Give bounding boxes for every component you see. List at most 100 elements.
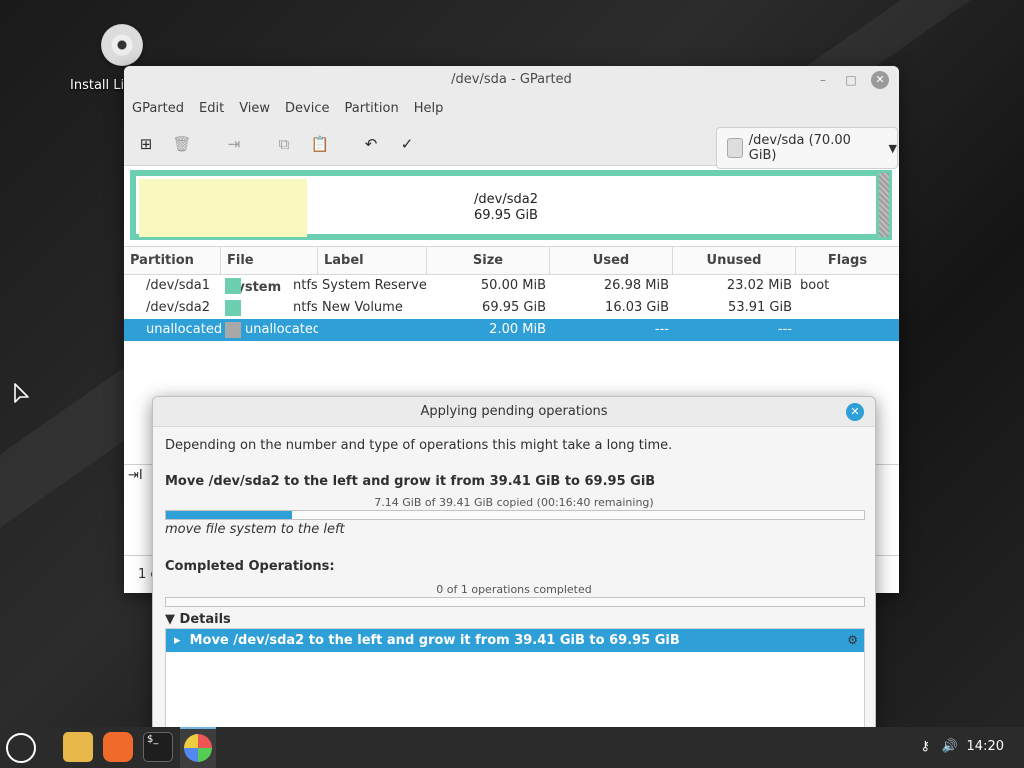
- window-titlebar[interactable]: /dev/sda - GParted – □ ✕: [124, 66, 899, 94]
- cell-flags: [796, 319, 899, 341]
- details-expander[interactable]: ▼ Details: [165, 612, 231, 627]
- menu-partition[interactable]: Partition: [345, 101, 399, 116]
- details-label: Details: [179, 612, 231, 627]
- cell-partition: unallocated: [146, 322, 221, 337]
- cell-partition: /dev/sda2: [146, 300, 210, 315]
- apply-icon[interactable]: ✓: [397, 134, 417, 154]
- window-title: /dev/sda - GParted: [451, 72, 572, 87]
- new-partition-icon[interactable]: ⊞: [136, 134, 156, 154]
- current-operation: Move /dev/sda2 to the left and grow it f…: [165, 474, 656, 489]
- disc-icon: [101, 24, 143, 66]
- terminal-icon[interactable]: $_: [143, 732, 173, 762]
- col-size[interactable]: Size: [427, 247, 550, 274]
- cell-size: 69.95 GiB: [482, 300, 546, 315]
- cell-flags: [796, 297, 899, 319]
- col-flags[interactable]: Flags: [796, 247, 899, 274]
- disk-map-partition-size: 69.95 GiB: [474, 208, 538, 223]
- operation-progress-bar: [165, 510, 865, 520]
- paste-icon[interactable]: 📋: [310, 134, 330, 154]
- mouse-cursor-icon: [14, 383, 29, 403]
- detail-item[interactable]: ▸ Move /dev/sda2 to the left and grow it…: [166, 629, 864, 652]
- disk-map[interactable]: /dev/sda2 69.95 GiB: [130, 170, 892, 240]
- filesystem-color-swatch: [225, 277, 241, 294]
- cell-flags: boot: [800, 278, 830, 293]
- mint-menu-icon[interactable]: [6, 733, 36, 763]
- cell-filesystem: unallocated: [221, 319, 318, 341]
- taskbar: $_ ⚷ 🔊 14:20: [0, 727, 1024, 768]
- delete-icon[interactable]: 🗑: [172, 134, 192, 154]
- cell-label: System Reserved: [322, 278, 427, 293]
- cell-label: New Volume: [322, 300, 403, 315]
- col-filesystem[interactable]: File System: [221, 247, 318, 295]
- cell-filesystem: ntfs: [221, 297, 318, 319]
- cell-partition: /dev/sda1: [146, 278, 210, 293]
- filesystem-name: unallocated: [245, 322, 318, 337]
- disk-map-text: /dev/sda2 69.95 GiB: [136, 192, 876, 224]
- menubar: GParted Edit View Device Partition Help: [124, 94, 899, 122]
- cell-unused: 23.02 MiB: [726, 278, 792, 293]
- network-icon[interactable]: ⚷: [920, 739, 930, 754]
- detail-item-label: Move /dev/sda2 to the left and grow it f…: [189, 633, 680, 648]
- folder-icon[interactable]: [63, 732, 93, 762]
- menu-edit[interactable]: Edit: [199, 101, 224, 116]
- sub-operation: move file system to the left: [165, 522, 345, 537]
- filesystem-name: ntfs: [293, 300, 318, 315]
- menu-gparted[interactable]: GParted: [132, 101, 184, 116]
- device-selector[interactable]: /dev/sda (70.00 GiB) ▼: [716, 127, 898, 169]
- partition-table-header: Partition File System Label Size Used Un…: [124, 246, 899, 295]
- cell-size: 50.00 MiB: [480, 278, 546, 293]
- dialog-title: Applying pending operations: [420, 404, 608, 419]
- table-row[interactable]: unallocated unallocated 2.00 MiB --- ---: [124, 319, 899, 341]
- volume-icon[interactable]: 🔊: [942, 739, 958, 754]
- minimize-icon[interactable]: –: [815, 72, 831, 88]
- completed-progress-bar: [165, 597, 865, 607]
- col-label[interactable]: Label: [318, 247, 427, 274]
- gear-icon: ⚙: [847, 633, 858, 647]
- col-unused[interactable]: Unused: [673, 247, 796, 274]
- resize-move-icon[interactable]: ⇥: [224, 134, 244, 154]
- details-list: ▸ Move /dev/sda2 to the left and grow it…: [165, 628, 865, 735]
- cell-used: 16.03 GiB: [605, 300, 669, 315]
- gparted-icon: [184, 734, 212, 762]
- table-row[interactable]: /dev/sda1 ntfs System Reserved 50.00 MiB 26.…: [124, 275, 899, 297]
- disk-map-unallocated[interactable]: [879, 173, 889, 237]
- copy-icon[interactable]: ⧉: [274, 134, 294, 154]
- col-used[interactable]: Used: [550, 247, 673, 274]
- cell-size: 2.00 MiB: [489, 322, 546, 337]
- menu-device[interactable]: Device: [285, 101, 329, 116]
- triangle-right-icon: ▸: [174, 633, 181, 648]
- completed-count: 0 of 1 operations completed: [436, 583, 592, 596]
- maximize-icon[interactable]: □: [843, 72, 859, 88]
- gparted-taskbar-button[interactable]: [180, 727, 216, 768]
- dialog-intro: Depending on the number and type of oper…: [165, 438, 673, 453]
- table-row[interactable]: /dev/sda2 ntfs New Volume 69.95 GiB 16.03 Gi…: [124, 297, 899, 319]
- disk-map-partition[interactable]: /dev/sda2 69.95 GiB: [133, 173, 879, 237]
- menu-help[interactable]: Help: [414, 101, 444, 116]
- firefox-icon[interactable]: [103, 732, 133, 762]
- clock[interactable]: 14:20: [967, 739, 1004, 754]
- partition-table: Partition File System Label Size Used Un…: [124, 246, 899, 341]
- col-partition[interactable]: Partition: [124, 247, 221, 274]
- triangle-down-icon: ▼: [165, 612, 175, 627]
- chevron-down-icon: ▼: [888, 141, 897, 155]
- completed-label: Completed Operations:: [165, 559, 335, 574]
- cell-label: [318, 319, 427, 341]
- filesystem-color-swatch: [225, 299, 241, 316]
- filesystem-name: ntfs: [293, 278, 318, 293]
- cell-used: ---: [654, 322, 669, 337]
- apply-dialog: Applying pending operations ✕ Depending …: [152, 396, 876, 736]
- harddisk-icon: [727, 138, 743, 158]
- device-selector-label: /dev/sda (70.00 GiB): [748, 133, 851, 163]
- cell-unused: ---: [777, 322, 792, 337]
- undo-icon[interactable]: ↶: [361, 134, 381, 154]
- cell-filesystem: ntfs: [221, 275, 318, 297]
- close-window-button[interactable]: ✕: [871, 71, 889, 89]
- disk-map-partition-name: /dev/sda2: [474, 192, 538, 207]
- filesystem-color-swatch: [225, 321, 241, 338]
- dialog-titlebar[interactable]: Applying pending operations ✕: [153, 397, 875, 427]
- progress-text: 7.14 GiB of 39.41 GiB copied (00:16:40 r…: [374, 496, 654, 509]
- menu-view[interactable]: View: [239, 101, 270, 116]
- pending-operation-icon: ⇥I: [128, 468, 143, 483]
- toolbar: ⊞ 🗑 ⇥ ⧉ 📋 ↶ ✓ /dev/sda (70.00 GiB) ▼: [124, 122, 899, 169]
- dialog-close-button[interactable]: ✕: [846, 403, 864, 421]
